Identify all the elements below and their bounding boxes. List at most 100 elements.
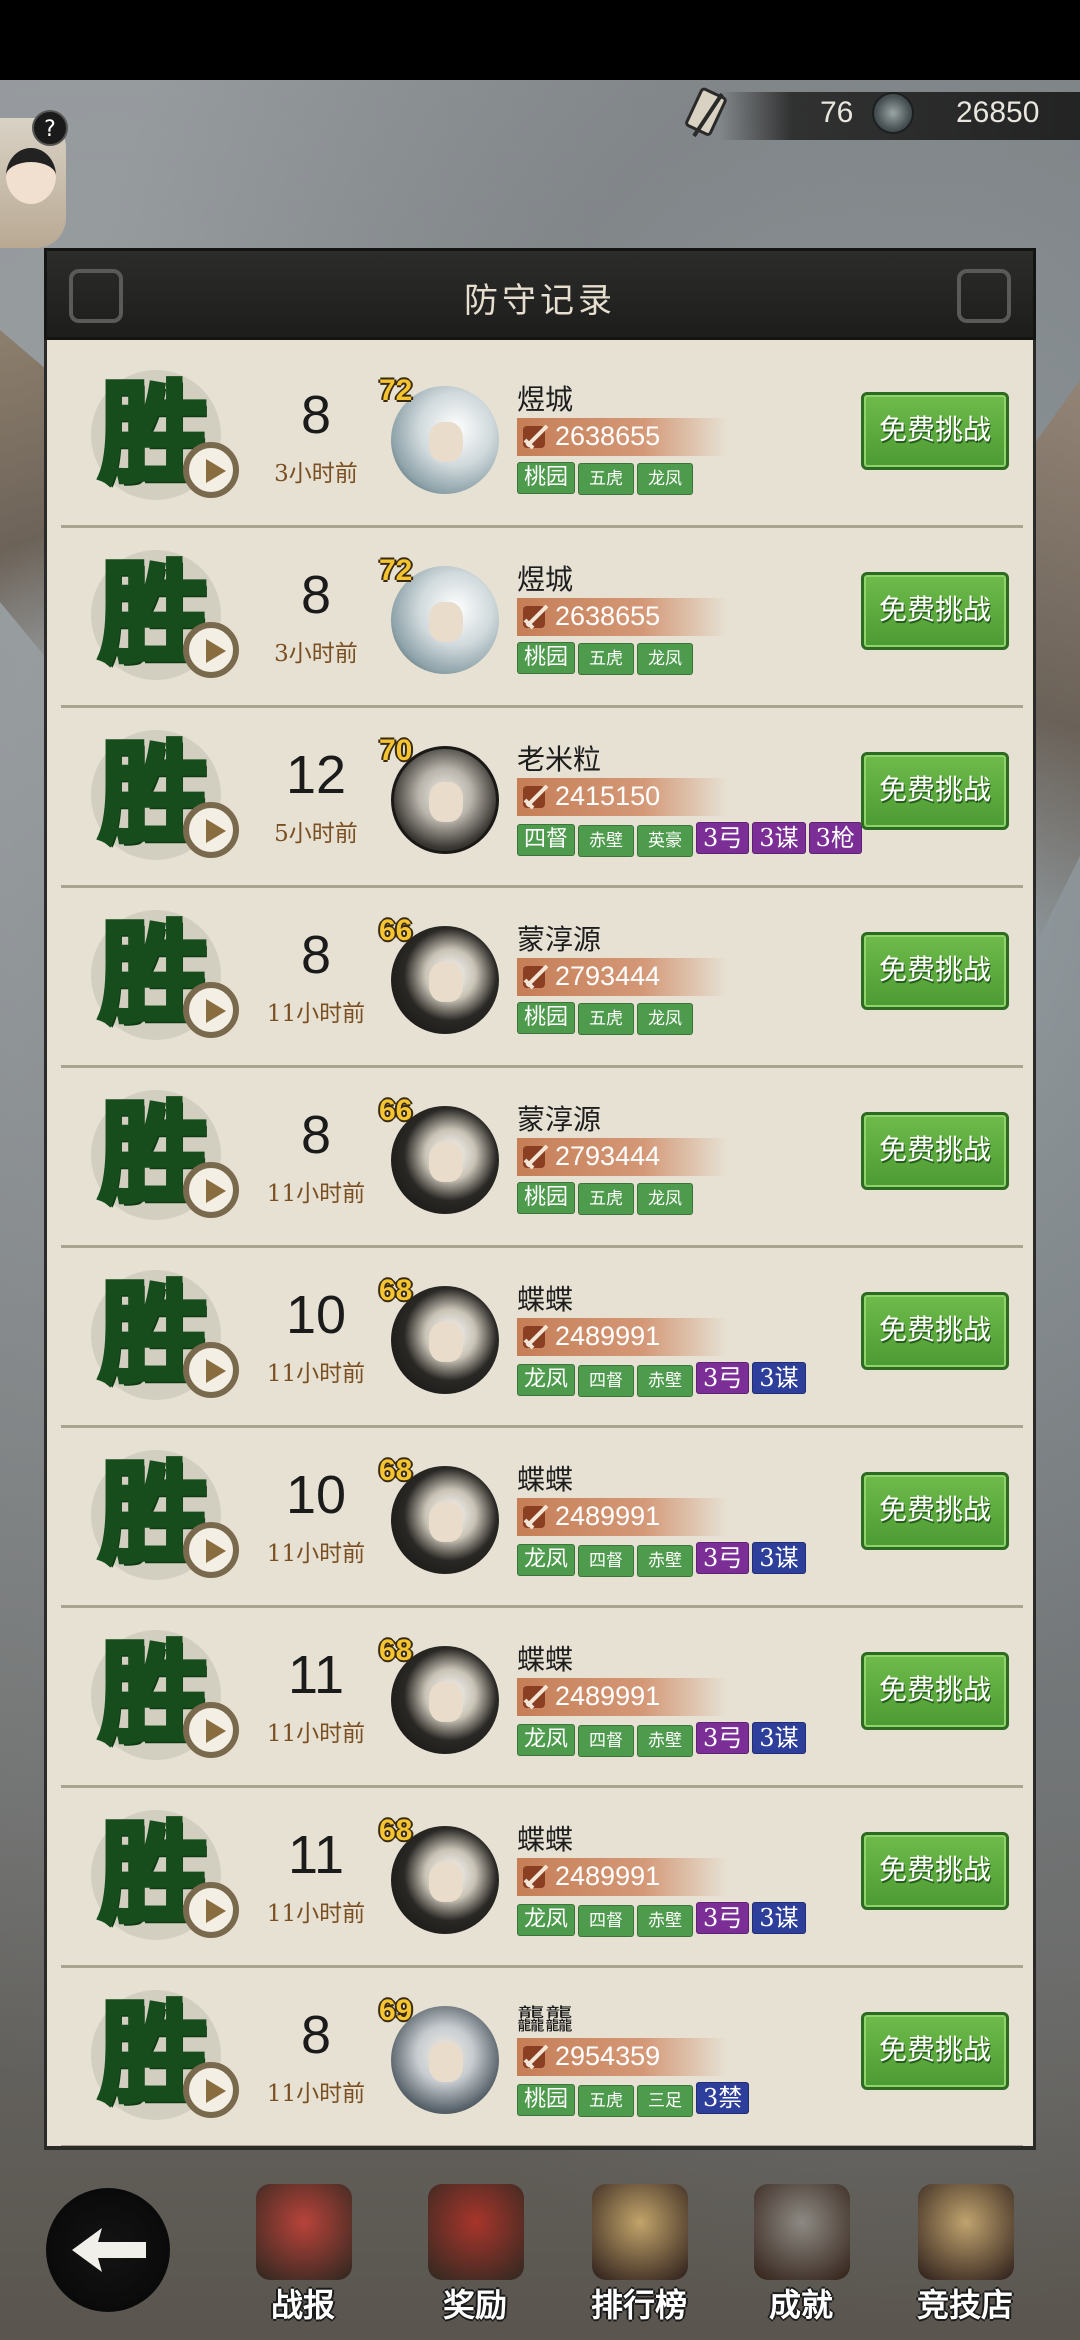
victory-badge: 胜 bbox=[91, 1810, 239, 1950]
replay-play-icon[interactable] bbox=[183, 1882, 239, 1938]
scroll-icon[interactable] bbox=[680, 86, 732, 142]
rank-number: 8 bbox=[300, 2005, 332, 2065]
free-challenge-button[interactable]: 免费挑战 bbox=[861, 1472, 1009, 1550]
free-challenge-button[interactable]: 免费挑战 bbox=[861, 932, 1009, 1010]
formation-tag: 赤壁 bbox=[578, 825, 635, 857]
nav-arena-shop[interactable]: 竞技店 bbox=[900, 2176, 1030, 2336]
achievement-icon bbox=[754, 2184, 850, 2280]
nav-achievement[interactable]: 成就 bbox=[736, 2176, 866, 2336]
panel-title: 防守记录 bbox=[464, 281, 616, 321]
record-row: 胜 10 11小时前 68 蝶蝶 2489991 龙凤 四督 赤壁 3弓 3谋 免费挑战 bbox=[61, 1428, 1023, 1608]
reward-chest-icon bbox=[428, 2184, 524, 2280]
opponent-name: 龘龘 bbox=[517, 2003, 574, 2036]
portrait-face bbox=[429, 1682, 463, 1722]
replay-play-icon[interactable] bbox=[183, 1342, 239, 1398]
free-challenge-button[interactable]: 免费挑战 bbox=[861, 1112, 1009, 1190]
replay-play-icon[interactable] bbox=[183, 1162, 239, 1218]
opponent-portrait[interactable]: 66 bbox=[379, 914, 509, 1040]
nav-battle-report[interactable]: 战报 bbox=[238, 2176, 368, 2336]
opponent-portrait[interactable]: 69 bbox=[379, 1994, 509, 2120]
nav-ranking-board[interactable]: 排行榜 bbox=[574, 2176, 704, 2336]
defense-record-list[interactable]: 胜 8 3小时前 72 煜城 2638655 桃园 五虎 龙凤 免费挑战 胜 8 3 bbox=[44, 340, 1036, 2150]
formation-tag: 龙凤 bbox=[637, 1183, 694, 1215]
opponent-portrait[interactable]: 68 bbox=[379, 1454, 509, 1580]
sword-icon bbox=[523, 1324, 549, 1350]
free-challenge-button[interactable]: 免费挑战 bbox=[861, 1652, 1009, 1730]
formation-tags: 四督 赤壁 英豪 3弓 3谋 3枪 bbox=[517, 822, 877, 861]
record-row: 胜 8 11小时前 66 蒙淳源 2793444 桃园 五虎 龙凤 免费挑战 bbox=[61, 1068, 1023, 1248]
ranking-board-icon bbox=[592, 2184, 688, 2280]
victory-badge: 胜 bbox=[91, 1990, 239, 2130]
record-row: 胜 10 11小时前 68 蝶蝶 2489991 龙凤 四督 赤壁 3弓 3谋 免费挑战 bbox=[61, 1248, 1023, 1428]
opponent-portrait[interactable]: 68 bbox=[379, 1634, 509, 1760]
formation-tag: 五虎 bbox=[578, 463, 635, 495]
opponent-portrait[interactable]: 72 bbox=[379, 374, 509, 500]
help-icon[interactable]: ? bbox=[32, 110, 68, 146]
formation-tags: 龙凤 四督 赤壁 3弓 3谋 bbox=[517, 1362, 877, 1401]
formation-tag: 龙凤 bbox=[517, 1904, 576, 1936]
opponent-level: 72 bbox=[379, 554, 413, 587]
replay-play-icon[interactable] bbox=[183, 982, 239, 1038]
formation-tag: 桃园 bbox=[517, 1002, 576, 1034]
combat-power-value: 2638655 bbox=[555, 421, 661, 451]
formation-tag: 3谋 bbox=[752, 822, 806, 854]
time-ago: 3小时前 bbox=[274, 461, 358, 487]
portrait-face bbox=[429, 2042, 463, 2082]
free-challenge-button[interactable]: 免费挑战 bbox=[861, 2012, 1009, 2090]
opponent-portrait[interactable]: 68 bbox=[379, 1274, 509, 1400]
combat-power-bar: 2489991 bbox=[517, 1858, 727, 1896]
formation-tag: 赤壁 bbox=[637, 1905, 694, 1937]
back-button[interactable] bbox=[46, 2188, 170, 2312]
opponent-portrait[interactable]: 68 bbox=[379, 1814, 509, 1940]
opponent-portrait[interactable]: 66 bbox=[379, 1094, 509, 1220]
opponent-name: 蒙淳源 bbox=[517, 923, 602, 956]
replay-play-icon[interactable] bbox=[183, 1522, 239, 1578]
portrait-face bbox=[429, 1862, 463, 1902]
nav-reward-chest[interactable]: 奖励 bbox=[410, 2176, 540, 2336]
formation-tags: 龙凤 四督 赤壁 3弓 3谋 bbox=[517, 1722, 877, 1761]
opponent-portrait[interactable]: 72 bbox=[379, 554, 509, 680]
formation-tag: 四督 bbox=[578, 1365, 635, 1397]
formation-tag: 赤壁 bbox=[637, 1545, 694, 1577]
formation-tag: 四督 bbox=[578, 1545, 635, 1577]
victory-badge: 胜 bbox=[91, 370, 239, 510]
replay-play-icon[interactable] bbox=[183, 1702, 239, 1758]
combat-power-value: 2638655 bbox=[555, 601, 661, 631]
time-ago: 11小时前 bbox=[266, 1361, 366, 1387]
formation-tag: 龙凤 bbox=[637, 643, 694, 675]
free-challenge-button[interactable]: 免费挑战 bbox=[861, 1832, 1009, 1910]
formation-tag: 3弓 bbox=[696, 1362, 750, 1394]
formation-tag: 四督 bbox=[578, 1725, 635, 1757]
time-ago: 11小时前 bbox=[266, 1001, 366, 1027]
combat-power-value: 2954359 bbox=[555, 2041, 661, 2071]
free-challenge-button[interactable]: 免费挑战 bbox=[861, 392, 1009, 470]
opponent-name: 煜城 bbox=[517, 383, 574, 416]
rank-number: 10 bbox=[285, 1465, 347, 1525]
combat-power-bar: 2489991 bbox=[517, 1678, 727, 1716]
formation-tag: 五虎 bbox=[578, 1003, 635, 1035]
status-bar bbox=[0, 0, 1080, 80]
replay-play-icon[interactable] bbox=[183, 442, 239, 498]
opponent-level: 68 bbox=[379, 1454, 413, 1487]
replay-play-icon[interactable] bbox=[183, 802, 239, 858]
formation-tag: 龙凤 bbox=[637, 1003, 694, 1035]
replay-play-icon[interactable] bbox=[183, 2062, 239, 2118]
formation-tag: 桃园 bbox=[517, 642, 576, 674]
free-challenge-button[interactable]: 免费挑战 bbox=[861, 1292, 1009, 1370]
free-challenge-button[interactable]: 免费挑战 bbox=[861, 572, 1009, 650]
combat-power-bar: 2793444 bbox=[517, 1138, 727, 1176]
formation-tag: 龙凤 bbox=[517, 1364, 576, 1396]
free-challenge-button[interactable]: 免费挑战 bbox=[861, 752, 1009, 830]
victory-badge: 胜 bbox=[91, 1630, 239, 1770]
sword-icon bbox=[523, 604, 549, 630]
nav-label: 竞技店 bbox=[916, 2286, 1013, 2324]
formation-tag: 四督 bbox=[578, 1905, 635, 1937]
replay-play-icon[interactable] bbox=[183, 622, 239, 678]
combat-power-bar: 2489991 bbox=[517, 1318, 727, 1356]
opponent-name: 蝶蝶 bbox=[517, 1463, 574, 1496]
combat-power-bar: 2415150 bbox=[517, 778, 727, 816]
combat-power-value: 2415150 bbox=[555, 781, 661, 811]
time-ago: 11小时前 bbox=[266, 1901, 366, 1927]
formation-tags: 龙凤 四督 赤壁 3弓 3谋 bbox=[517, 1542, 877, 1581]
opponent-portrait[interactable]: 70 bbox=[379, 734, 509, 860]
